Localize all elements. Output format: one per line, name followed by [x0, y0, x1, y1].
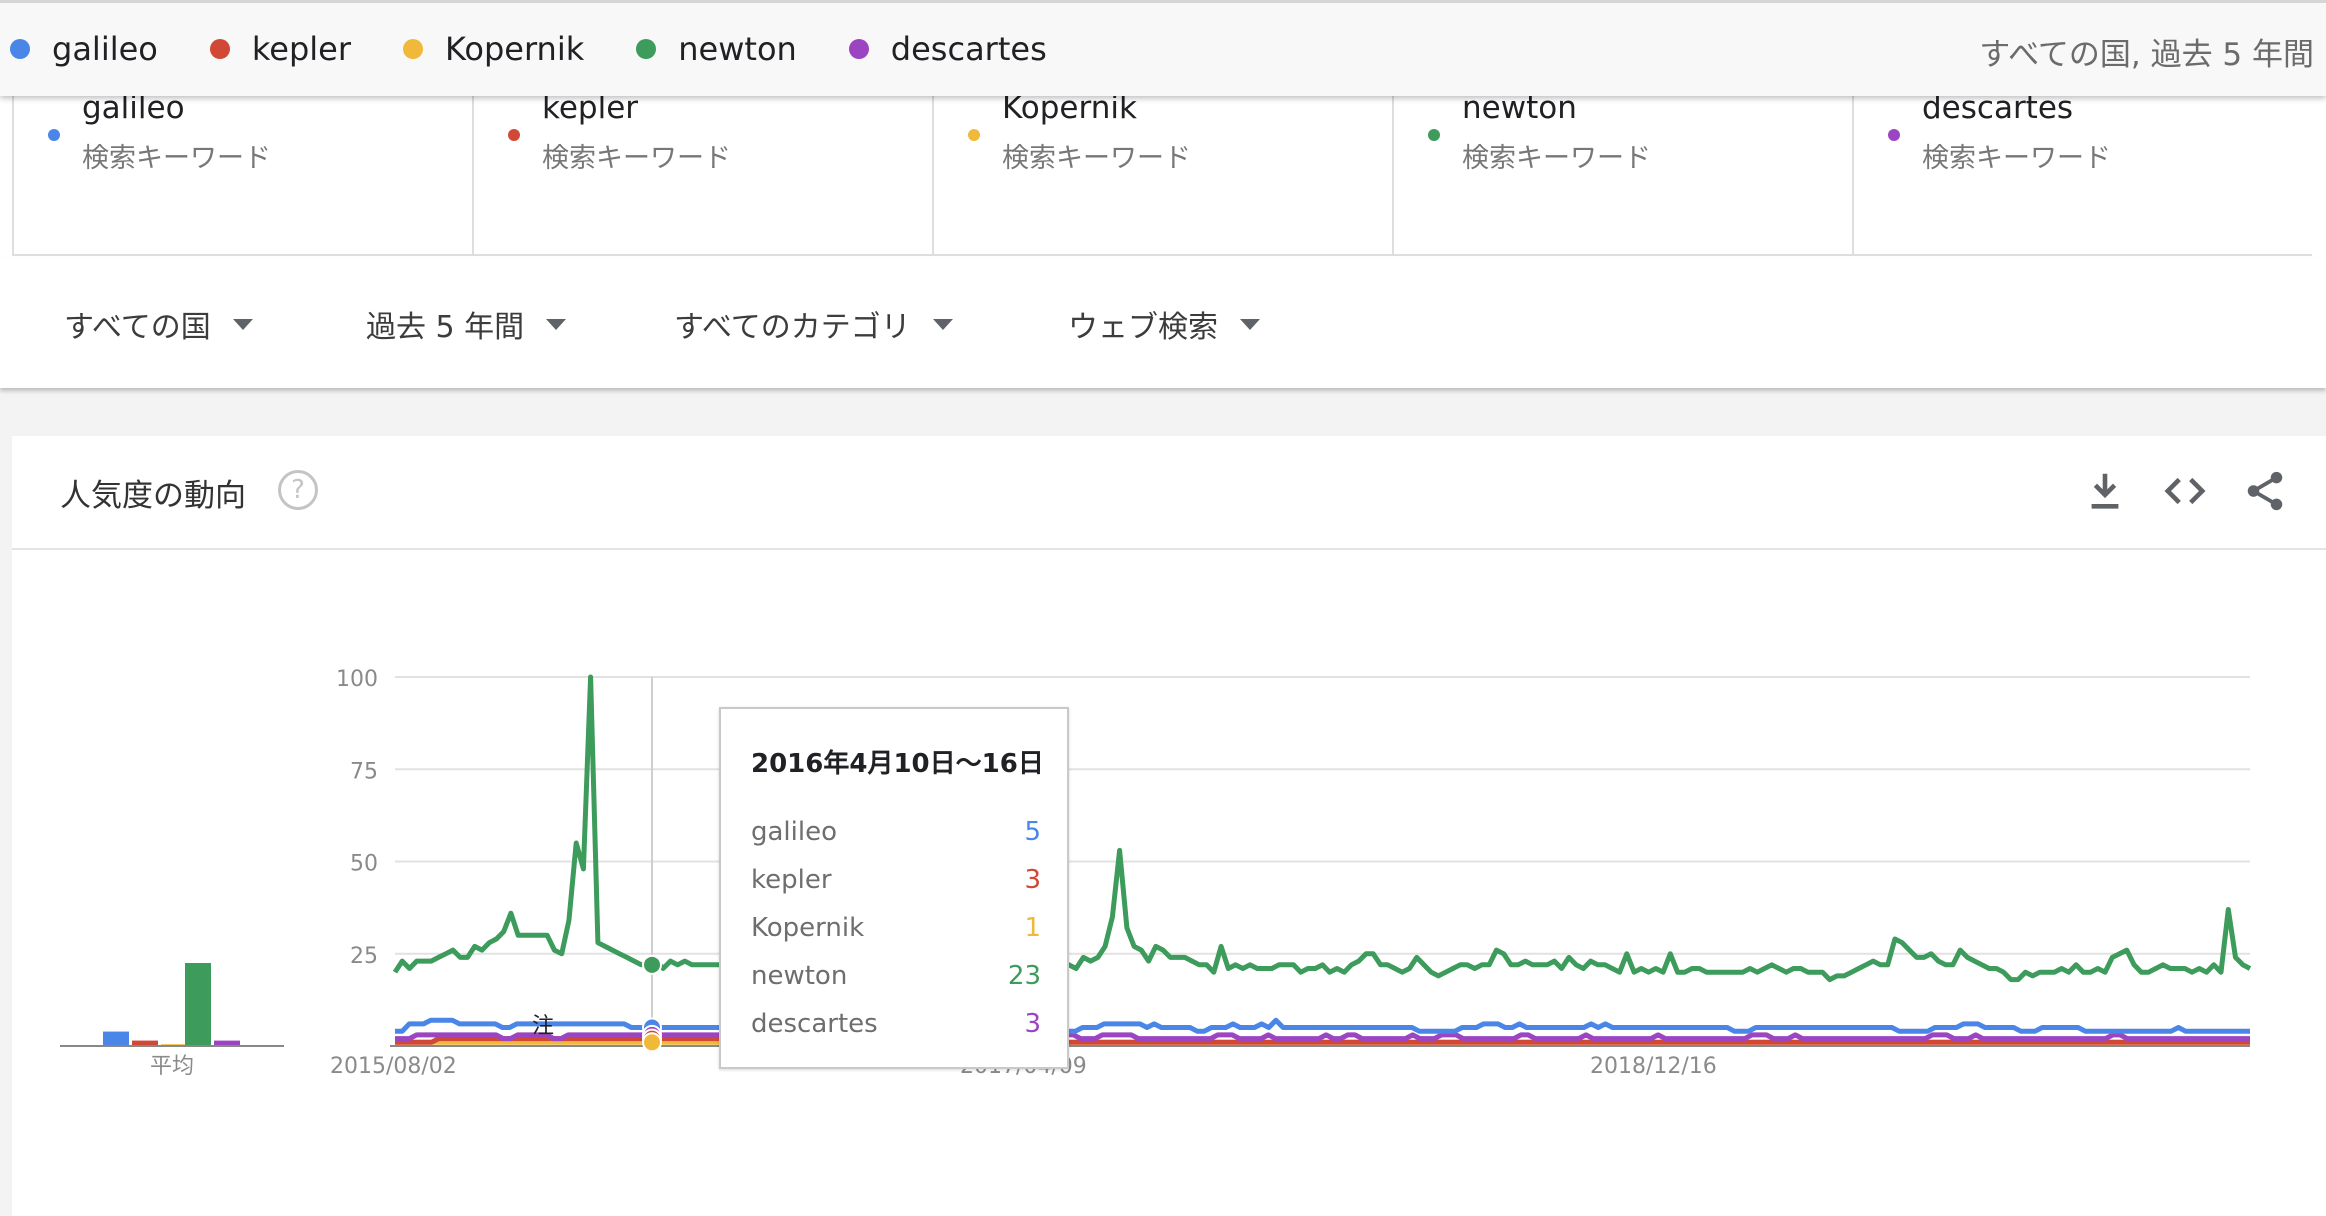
- sticky-legend-bar: galileo kepler Kopernik newton descartes すべて…: [0, 0, 2326, 96]
- legend-item-kepler: kepler: [209, 30, 351, 68]
- tooltip-row-kopernik: Kopernik 1: [751, 913, 1041, 943]
- tooltip-value: 5: [1024, 817, 1041, 847]
- y-tick-label: 75: [350, 759, 378, 784]
- hover-point-newton: [642, 954, 662, 975]
- tooltip-label: Kopernik: [751, 913, 865, 943]
- legend-item-newton: newton: [636, 30, 797, 68]
- time-filter-label: 過去 5 年間: [366, 310, 525, 345]
- tooltip-row-descartes: descartes 3: [751, 1009, 1041, 1039]
- series-line-galileo: [395, 1017, 2250, 1034]
- y-tick-label: 25: [350, 944, 378, 969]
- series-line-newton: [392, 674, 2252, 983]
- tooltip-row-galileo: galileo 5: [751, 817, 1041, 847]
- tooltip-value: 23: [1007, 961, 1041, 991]
- tooltip-value: 3: [1024, 1009, 1041, 1039]
- x-tick-label: 2018/12/16: [1590, 1054, 1717, 1079]
- time-filter-dropdown[interactable]: 過去 5 年間: [366, 302, 567, 346]
- y-tick-label: 100: [336, 667, 378, 692]
- tooltip-value: 1: [1024, 913, 1041, 943]
- legend-dot-icon: [10, 39, 30, 59]
- legend-dot-icon: [209, 39, 230, 59]
- sticky-legend: galileo kepler Kopernik newton descartes: [10, 30, 1099, 68]
- chart-tooltip: 2016年4月10日〜16日 galileo 5 kepler 3 Kopernik…: [719, 707, 1069, 1069]
- average-label: 平均: [150, 1054, 194, 1079]
- hover-point-kopernik: [642, 1032, 662, 1053]
- y-tick-label: 50: [350, 852, 378, 877]
- legend-label: galileo: [52, 30, 158, 68]
- scope-summary: すべての国, 過去 5 年間: [1979, 37, 2314, 73]
- legend-item-kopernik: Kopernik: [402, 30, 585, 68]
- x-tick-label: 2015/08/02: [330, 1054, 457, 1079]
- chevron-down-icon: [932, 318, 953, 330]
- tooltip-label: descartes: [751, 1009, 878, 1039]
- search-type-filter-label: ウェブ検索: [1068, 310, 1218, 345]
- legend-dot-icon: [848, 39, 869, 59]
- legend-item-descartes: descartes: [848, 30, 1047, 68]
- category-filter-label: すべてのカテゴリ: [674, 310, 911, 345]
- category-filter-dropdown[interactable]: すべてのカテゴリ: [674, 302, 953, 346]
- note-marker: 注: [532, 1014, 554, 1039]
- average-bar-newton: [185, 963, 211, 1046]
- interest-chart[interactable]: 1007550252015/08/022017/04/092018/12/16平…: [0, 0, 2326, 1204]
- tooltip-date: 2016年4月10日〜16日: [751, 749, 1044, 779]
- tooltip-label: kepler: [751, 865, 832, 895]
- legend-dot-icon: [636, 39, 657, 59]
- search-type-filter-dropdown[interactable]: ウェブ検索: [1068, 302, 1260, 346]
- legend-item-galileo: galileo: [10, 30, 158, 68]
- region-filter-label: すべての国: [64, 310, 211, 345]
- tooltip-label: newton: [751, 961, 848, 991]
- tooltip-row-kepler: kepler 3: [751, 865, 1041, 895]
- legend-label: kepler: [251, 30, 351, 68]
- tooltip-value: 3: [1024, 865, 1041, 895]
- chevron-down-icon: [1240, 318, 1260, 330]
- tooltip-row-newton: newton 23: [751, 961, 1041, 991]
- region-filter-dropdown[interactable]: すべての国: [64, 302, 253, 346]
- average-bar-galileo: [103, 1031, 129, 1046]
- tooltip-label: galileo: [751, 817, 838, 847]
- legend-label: descartes: [890, 30, 1047, 68]
- filter-bar: すべての国 過去 5 年間 すべてのカテゴリ ウェブ検索: [0, 258, 2326, 388]
- chevron-down-icon: [546, 318, 567, 330]
- legend-dot-icon: [402, 39, 423, 59]
- chevron-down-icon: [232, 318, 253, 330]
- legend-label: newton: [678, 30, 797, 68]
- legend-label: Kopernik: [444, 30, 585, 68]
